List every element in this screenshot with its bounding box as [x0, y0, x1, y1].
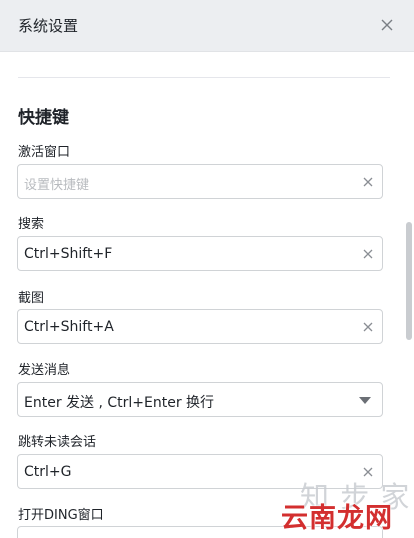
shortcut-label-search: 搜索 [18, 217, 45, 232]
section-divider [18, 77, 390, 78]
shortcut-input-search[interactable]: Ctrl+Shift+F [17, 236, 383, 271]
shortcut-label-jump-unread: 跳转未读会话 [18, 435, 97, 450]
clear-icon[interactable] [362, 176, 374, 188]
watermark-bottom: 云南龙网 [281, 503, 393, 534]
section-title: 快捷键 [18, 108, 69, 128]
close-icon[interactable] [378, 16, 396, 34]
shortcut-input-screenshot[interactable]: Ctrl+Shift+A [17, 309, 383, 344]
select-value: Enter 发送 , Ctrl+Enter 换行 [24, 395, 215, 411]
clear-icon[interactable] [362, 248, 374, 260]
shortcut-label-activate-window: 激活窗口 [18, 145, 71, 160]
clear-icon[interactable] [362, 321, 374, 333]
shortcut-label-send-message: 发送消息 [18, 363, 71, 378]
shortcut-label-screenshot: 截图 [18, 291, 45, 306]
shortcut-value: Ctrl+Shift+F [24, 246, 113, 262]
shortcut-placeholder: 设置快捷键 [24, 178, 90, 193]
scrollbar-thumb[interactable] [406, 222, 412, 340]
chevron-down-icon[interactable] [358, 396, 372, 405]
settings-panel: 快捷键 激活窗口 设置快捷键 搜索 Ctrl+Shift+F 截图 Ctrl+S… [0, 53, 414, 538]
shortcut-value: Ctrl+Shift+A [24, 319, 114, 335]
shortcut-input-activate-window[interactable]: 设置快捷键 [17, 164, 383, 199]
window-title: 系统设置 [18, 17, 79, 35]
title-bar: 系统设置 [0, 0, 414, 52]
send-message-select[interactable]: Enter 发送 , Ctrl+Enter 换行 [17, 382, 383, 417]
shortcut-value: Ctrl+G [24, 464, 72, 480]
shortcut-label-open-ding: 打开DING窗口 [18, 508, 104, 523]
